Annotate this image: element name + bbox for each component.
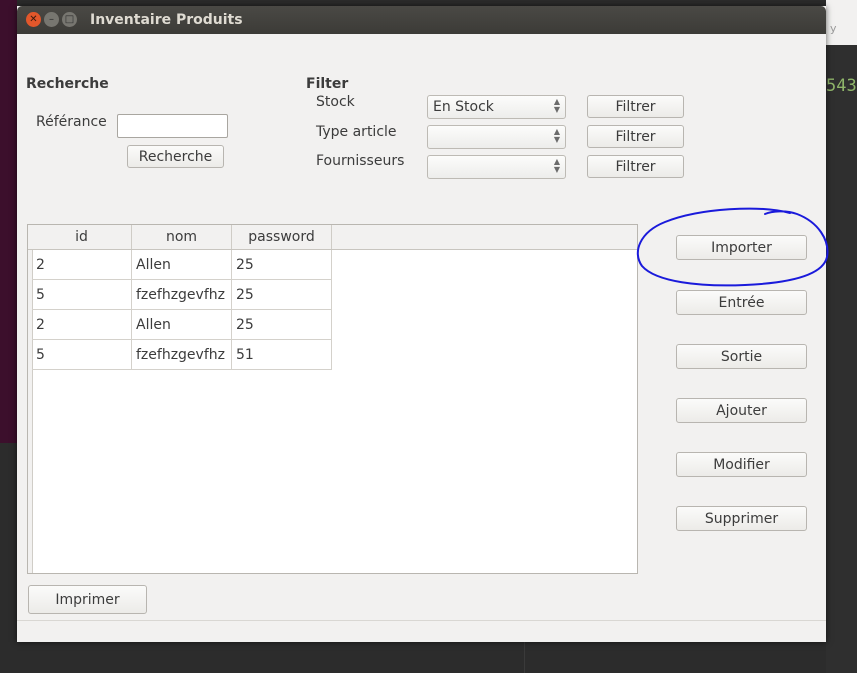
annotation-circle	[636, 207, 829, 287]
annotation-layer	[636, 207, 829, 287]
